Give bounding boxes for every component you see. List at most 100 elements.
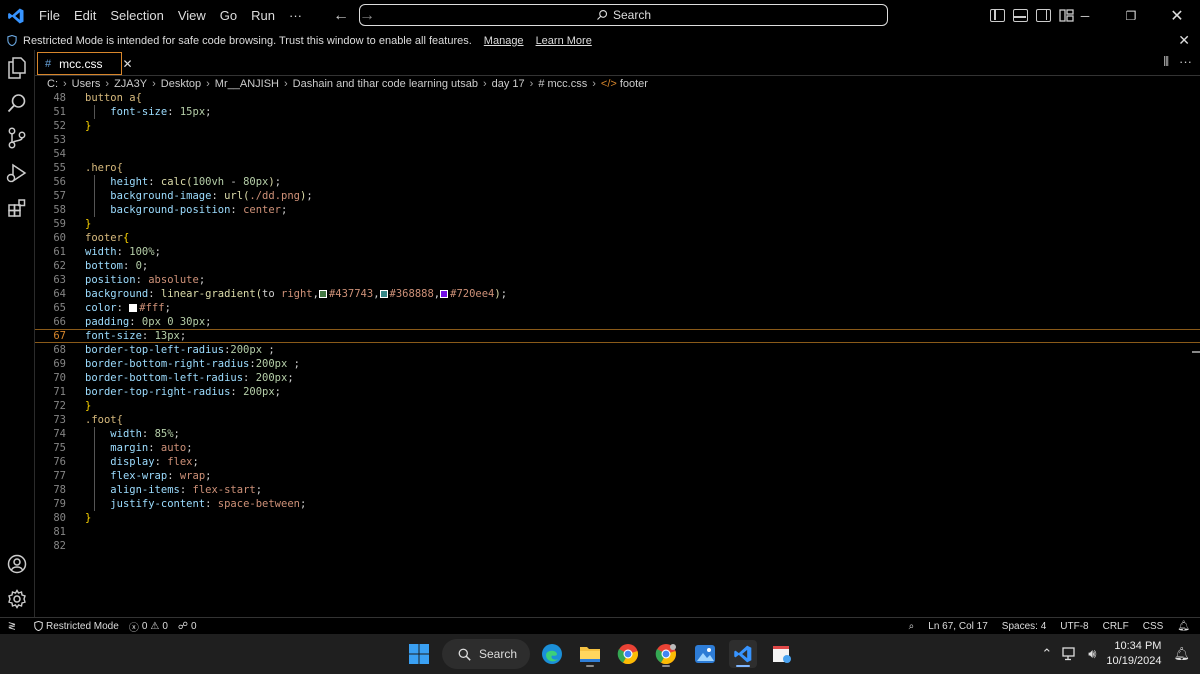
- tab-mcc-css[interactable]: # mcc.css ✕: [37, 52, 133, 75]
- color-swatch[interactable]: [440, 290, 449, 298]
- windows-start-icon[interactable]: [405, 640, 433, 668]
- code-line[interactable]: 60 footer{: [35, 231, 1200, 245]
- back-arrow-icon[interactable]: ←: [333, 7, 349, 25]
- code-line[interactable]: 51 font-size: 15px;: [35, 105, 1200, 119]
- code-line[interactable]: 77 flex-wrap: wrap;: [35, 469, 1200, 483]
- banner-learn-more-link[interactable]: Learn More: [536, 35, 592, 47]
- search-view-icon[interactable]: [5, 91, 29, 115]
- command-center-search[interactable]: Search: [359, 4, 888, 26]
- code-line[interactable]: 55 .hero{: [35, 161, 1200, 175]
- minimize-icon[interactable]: ─: [1062, 0, 1108, 31]
- close-window-icon[interactable]: ✕: [1154, 0, 1200, 31]
- code-line[interactable]: 61 width: 100%;: [35, 245, 1200, 259]
- network-icon[interactable]: [1062, 647, 1078, 661]
- language-mode[interactable]: CSS: [1143, 621, 1164, 632]
- toggle-primary-sidebar-icon[interactable]: [990, 9, 1005, 22]
- tab-close-icon[interactable]: ✕: [122, 57, 132, 71]
- banner-close-icon[interactable]: ✕: [1178, 32, 1190, 49]
- menu-file[interactable]: File: [32, 0, 67, 31]
- code-line[interactable]: 54: [35, 147, 1200, 161]
- breadcrumb-item[interactable]: Users: [72, 78, 101, 90]
- more-actions-icon[interactable]: ···: [1179, 54, 1192, 70]
- code-line[interactable]: 65 color: #fff;: [35, 301, 1200, 315]
- code-line[interactable]: 63 position: absolute;: [35, 273, 1200, 287]
- file-explorer-icon[interactable]: [576, 640, 604, 668]
- breadcrumb-item[interactable]: day 17: [492, 78, 525, 90]
- notifications-bell-icon[interactable]: 🔔︎: [1173, 646, 1190, 662]
- code-line[interactable]: 57 background-image: url(./dd.png);: [35, 189, 1200, 203]
- menu-run[interactable]: Run: [244, 0, 282, 31]
- source-control-icon[interactable]: [5, 126, 29, 150]
- code-line[interactable]: 73 .foot{: [35, 413, 1200, 427]
- restricted-mode-status[interactable]: Restricted Mode: [34, 621, 119, 632]
- code-line[interactable]: 59}: [35, 217, 1200, 231]
- code-line[interactable]: 81: [35, 525, 1200, 539]
- toggle-panel-icon[interactable]: [1013, 9, 1028, 22]
- breadcrumb-item[interactable]: Dashain and tihar code learning utsab: [293, 78, 478, 90]
- code-line[interactable]: 52}: [35, 119, 1200, 133]
- color-swatch[interactable]: [379, 290, 388, 298]
- menu-selection[interactable]: Selection: [103, 0, 170, 31]
- code-line[interactable]: 80}: [35, 511, 1200, 525]
- vscode-logo-icon[interactable]: [0, 0, 32, 31]
- breadcrumb-item[interactable]: footer: [620, 78, 648, 90]
- code-line[interactable]: 75 margin: auto;: [35, 441, 1200, 455]
- volume-icon[interactable]: 🔊︎: [1088, 646, 1096, 662]
- breadcrumb-item[interactable]: ZJA3Y: [114, 78, 147, 90]
- photos-icon[interactable]: [691, 640, 719, 668]
- settings-gear-icon[interactable]: [5, 587, 29, 611]
- notifications-bell-icon[interactable]: 🔔︎: [1177, 621, 1190, 632]
- breadcrumb-item[interactable]: # mcc.css: [538, 78, 587, 90]
- code-line[interactable]: 78 align-items: flex-start;: [35, 483, 1200, 497]
- remote-icon[interactable]: ≷: [0, 621, 24, 632]
- extensions-icon[interactable]: [5, 196, 29, 220]
- code-line[interactable]: 53: [35, 133, 1200, 147]
- code-line[interactable]: 70 border-bottom-left-radius: 200px;: [35, 371, 1200, 385]
- code-line[interactable]: 48 button a{: [35, 91, 1200, 105]
- code-line[interactable]: 64 background: linear-gradient(to right, #…: [35, 287, 1200, 301]
- color-swatch[interactable]: [129, 304, 138, 312]
- code-line[interactable]: 82: [35, 539, 1200, 553]
- taskbar-search[interactable]: Search: [442, 639, 530, 669]
- zoom-icon[interactable]: ⌕: [909, 621, 915, 632]
- split-editor-icon[interactable]: ⫴: [1164, 54, 1169, 70]
- vscode-taskbar-icon[interactable]: [729, 640, 757, 668]
- run-debug-icon[interactable]: [5, 161, 29, 185]
- code-line[interactable]: 79 justify-content: space-between;: [35, 497, 1200, 511]
- code-line[interactable]: 71 border-top-right-radius: 200px;: [35, 385, 1200, 399]
- chevron-up-icon[interactable]: ⌃: [1041, 646, 1052, 662]
- menu-go[interactable]: Go: [213, 0, 244, 31]
- edge-browser-icon[interactable]: [538, 640, 566, 668]
- line-ending[interactable]: CRLF: [1103, 621, 1129, 632]
- breadcrumb-item[interactable]: Mr__ANJISH: [215, 78, 279, 90]
- code-line[interactable]: 69 border-bottom-right-radius:200px ;: [35, 357, 1200, 371]
- banner-manage-link[interactable]: Manage: [484, 35, 524, 47]
- ports-status[interactable]: ☍ 0: [178, 621, 197, 632]
- menu-edit[interactable]: Edit: [67, 0, 103, 31]
- explorer-icon[interactable]: [5, 56, 29, 80]
- code-editor[interactable]: 48 button a{51 font-size: 15px; 52} 53 54 55.…: [35, 91, 1200, 617]
- accounts-icon[interactable]: [5, 552, 29, 576]
- menu-view[interactable]: View: [171, 0, 213, 31]
- toggle-secondary-sidebar-icon[interactable]: [1036, 9, 1051, 22]
- code-line[interactable]: 67 font-size: 13px;: [35, 329, 1200, 343]
- code-line[interactable]: 62 bottom: 0;: [35, 259, 1200, 273]
- code-line[interactable]: 74 width: 85%;: [35, 427, 1200, 441]
- problems-status[interactable]: ⓧ 0 ⚠ 0: [129, 619, 168, 634]
- cursor-position[interactable]: Ln 67, Col 17: [928, 621, 988, 632]
- code-line[interactable]: 58 background-position: center;: [35, 203, 1200, 217]
- color-swatch[interactable]: [318, 290, 327, 298]
- chrome-profile-icon[interactable]: [652, 640, 680, 668]
- code-line[interactable]: 68 border-top-left-radius:200px ;: [35, 343, 1200, 357]
- chrome-icon[interactable]: [614, 640, 642, 668]
- menu-more[interactable]: ···: [282, 0, 309, 31]
- restore-icon[interactable]: ❐: [1108, 0, 1154, 31]
- breadcrumb-item[interactable]: C:: [47, 78, 58, 90]
- code-line[interactable]: 76 display: flex;: [35, 455, 1200, 469]
- code-line[interactable]: 66 padding: 0px 0 30px;: [35, 315, 1200, 329]
- encoding[interactable]: UTF-8: [1060, 621, 1088, 632]
- code-line[interactable]: 72}: [35, 399, 1200, 413]
- code-line[interactable]: 56 height: calc(100vh - 80px);: [35, 175, 1200, 189]
- clock[interactable]: 10:34 PM 10/19/2024: [1106, 639, 1161, 669]
- breadcrumb-item[interactable]: Desktop: [161, 78, 201, 90]
